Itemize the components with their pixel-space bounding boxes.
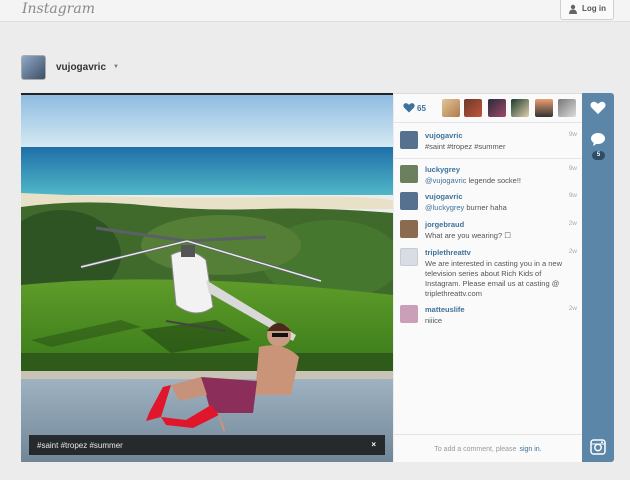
instagram-logo[interactable]: Instagram — [22, 1, 95, 17]
instagram-camera-icon[interactable] — [590, 439, 606, 455]
comment-username[interactable]: vujogavric — [425, 192, 463, 201]
comment-mention[interactable]: @vujogavric — [425, 176, 466, 185]
comment-timestamp: 2w — [568, 305, 577, 312]
comment-username[interactable]: matteuslife — [425, 305, 465, 314]
comment-timestamp: 9w — [568, 165, 577, 172]
comment-username[interactable]: luckygrey — [425, 165, 460, 174]
login-button[interactable]: Log in — [560, 0, 614, 20]
liker-avatar[interactable] — [558, 99, 576, 117]
comment-item: triplethreattv 2w We are interested in c… — [394, 248, 582, 298]
profile-avatar[interactable] — [21, 55, 46, 80]
likes-row: 65 — [394, 94, 582, 123]
comment-timestamp: 2w — [568, 220, 577, 227]
comment-username[interactable]: triplethreattv — [425, 248, 471, 257]
like-heart-icon[interactable] — [590, 100, 606, 115]
comment-text: @luckygrey burner haha — [425, 203, 575, 213]
close-icon[interactable]: × — [371, 440, 376, 449]
comment-text: What are you wearing? ☐ — [425, 231, 511, 240]
comment-username[interactable]: jorgebraud — [425, 220, 464, 229]
action-rail: 5 — [582, 93, 614, 462]
top-navigation-bar: Instagram Log in — [0, 0, 630, 22]
chevron-down-icon[interactable]: ▼ — [113, 64, 119, 70]
comment-count-badge: 5 — [592, 151, 605, 160]
comment-avatar[interactable] — [400, 248, 418, 266]
comment-username[interactable]: vujogavric — [425, 131, 463, 140]
comment-text: #saint #tropez #summer — [425, 142, 506, 151]
comment-item: vujogavric 9w #saint #tropez #summer — [394, 131, 582, 155]
photo-caption-bar: #saint #tropez #summer × — [29, 435, 385, 455]
comment-text: niiice — [425, 316, 443, 325]
liker-avatar[interactable] — [488, 99, 506, 117]
comment-timestamp: 2w — [568, 248, 577, 255]
comment-avatar[interactable] — [400, 305, 418, 323]
comment-bubble-icon[interactable] — [590, 132, 606, 147]
comment-item: matteuslife 2w niiice — [394, 305, 582, 329]
comment-avatar[interactable] — [400, 220, 418, 238]
add-comment-prompt: To add a comment, please sign in. — [394, 434, 582, 463]
comment-item: luckygrey 9w @vujogavric legende socke!! — [394, 165, 582, 189]
photo-image — [21, 95, 393, 462]
add-comment-text: To add a comment, please — [434, 445, 517, 453]
liker-avatar[interactable] — [442, 99, 460, 117]
login-label: Log in — [582, 4, 606, 13]
comment-timestamp: 9w — [568, 192, 577, 199]
comment-avatar[interactable] — [400, 192, 418, 210]
heart-icon[interactable] — [403, 102, 415, 113]
sign-in-link[interactable]: sign in. — [519, 446, 541, 453]
comment-avatar[interactable] — [400, 165, 418, 183]
post-photo[interactable]: #saint #tropez #summer × — [21, 93, 393, 462]
liker-avatar[interactable] — [535, 99, 553, 117]
photo-caption: #saint #tropez #summer — [37, 440, 123, 450]
likes-count[interactable]: 65 — [417, 104, 426, 113]
comment-text: We are interested in casting you in a ne… — [425, 259, 563, 298]
comment-avatar[interactable] — [400, 131, 418, 149]
comment-body: legende socke!! — [468, 176, 522, 185]
comments-panel: 65 vujogavric 9w #saint #tropez #summer … — [394, 93, 582, 462]
user-icon — [569, 4, 577, 14]
liker-avatar[interactable] — [511, 99, 529, 117]
comment-timestamp: 9w — [568, 131, 577, 138]
comment-item: vujogavric 9w @luckygrey burner haha — [394, 192, 582, 216]
comment-mention[interactable]: @luckygrey — [425, 203, 464, 212]
comment-text: @vujogavric legende socke!! — [425, 176, 575, 186]
comment-item: jorgebraud 2w What are you wearing? ☐ — [394, 220, 582, 244]
profile-username[interactable]: vujogavric — [56, 62, 106, 73]
comment-body: burner haha — [466, 203, 507, 212]
divider — [394, 158, 582, 159]
liker-avatar[interactable] — [464, 99, 482, 117]
